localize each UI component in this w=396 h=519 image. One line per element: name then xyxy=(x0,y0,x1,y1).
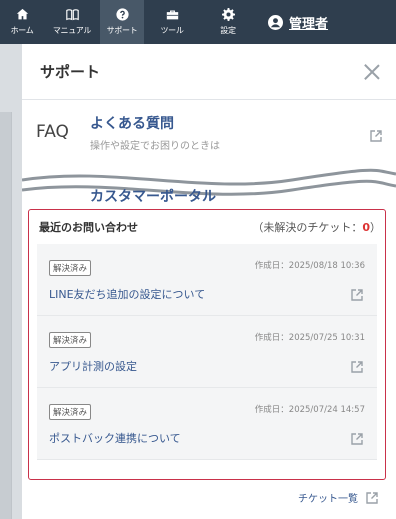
admin-menu[interactable]: 管理者 xyxy=(268,0,328,44)
faq-title: よくある質問 xyxy=(90,115,174,132)
unresolved-tickets: （未解決のチケット：0） xyxy=(252,219,381,235)
ticket-item[interactable]: 解決済み 作成日：2025/08/18 10:36 LINE友だち追加の設定につ… xyxy=(37,244,377,316)
help-icon xyxy=(115,8,129,21)
close-button[interactable] xyxy=(362,62,382,82)
nav-support-label: サポート xyxy=(106,26,138,35)
external-link-icon xyxy=(351,286,363,301)
external-link-icon xyxy=(351,430,363,445)
external-link-icon xyxy=(366,491,378,504)
nav-tools-label: ツール xyxy=(160,26,184,35)
ticket-date: 作成日：2025/07/25 10:31 xyxy=(254,333,365,343)
nav-settings[interactable]: 設定 xyxy=(200,0,256,44)
nav-home[interactable]: ホーム xyxy=(0,0,44,44)
external-link-icon xyxy=(351,358,363,373)
book-icon xyxy=(65,9,79,21)
status-badge: 解決済み xyxy=(49,332,92,348)
faq-subtitle: 操作や設定でお困りのときは xyxy=(90,140,220,152)
ticket-subject: アプリ計測の設定 xyxy=(49,360,137,373)
nav-support[interactable]: サポート xyxy=(100,0,144,44)
gear-icon xyxy=(221,8,235,21)
faq-text: よくある質問 操作や設定でお困りのときは xyxy=(90,113,220,152)
ticket-date: 作成日：2025/07/24 14:57 xyxy=(254,405,365,415)
customer-portal-link[interactable]: カスタマーポータル xyxy=(90,186,216,206)
status-badge: 解決済み xyxy=(49,260,92,276)
admin-label: 管理者 xyxy=(289,16,329,32)
user-icon xyxy=(268,14,283,30)
recent-title: 最近のお問い合わせ xyxy=(39,221,138,234)
faq-link[interactable]: FAQ よくある質問 操作や設定でお困りのときは xyxy=(22,100,396,164)
external-link-icon xyxy=(370,127,382,142)
status-badge: 解決済み xyxy=(49,404,92,420)
recent-header: 最近のお問い合わせ （未解決のチケット：0） xyxy=(29,210,385,244)
toolbox-icon xyxy=(166,10,178,20)
unresolved-count: 0 xyxy=(362,221,370,234)
ticket-subject: ポストバック連携について xyxy=(49,432,181,445)
ticket-date: 作成日：2025/08/18 10:36 xyxy=(254,261,365,271)
nav-manual[interactable]: マニュアル xyxy=(44,0,100,44)
ticket-subject: LINE友だち追加の設定について xyxy=(49,288,206,301)
page-backdrop xyxy=(0,44,22,519)
panel-header: サポート xyxy=(22,44,396,100)
unresolved-prefix: （未解決のチケット： xyxy=(252,221,363,234)
panel-title: サポート xyxy=(40,63,101,81)
faq-abbr: FAQ xyxy=(36,122,69,142)
ticket-item[interactable]: 解決済み 作成日：2025/07/24 14:57 ポストバック連携について xyxy=(37,388,377,460)
recent-inquiries: 最近のお問い合わせ （未解決のチケット：0） 解決済み 作成日：2025/08/… xyxy=(28,209,386,480)
ticket-list-label: チケット一覧 xyxy=(298,494,358,505)
nav-home-label: ホーム xyxy=(10,26,34,35)
ticket-list-link[interactable]: チケット一覧 xyxy=(298,490,378,505)
nav-tools[interactable]: ツール xyxy=(144,0,200,44)
support-panel: サポート FAQ よくある質問 操作や設定でお困りのときは カスタマーポータル … xyxy=(22,44,396,519)
ticket-item[interactable]: 解決済み 作成日：2025/07/25 10:31 アプリ計測の設定 xyxy=(37,316,377,388)
unresolved-suffix: ） xyxy=(370,221,381,234)
top-nav: ホーム マニュアル サポート ツール 設定 管理者 xyxy=(0,0,396,44)
backdrop-sidebar xyxy=(0,112,12,519)
home-icon xyxy=(16,8,28,20)
nav-settings-label: 設定 xyxy=(220,26,236,35)
nav-manual-label: マニュアル xyxy=(52,26,92,35)
